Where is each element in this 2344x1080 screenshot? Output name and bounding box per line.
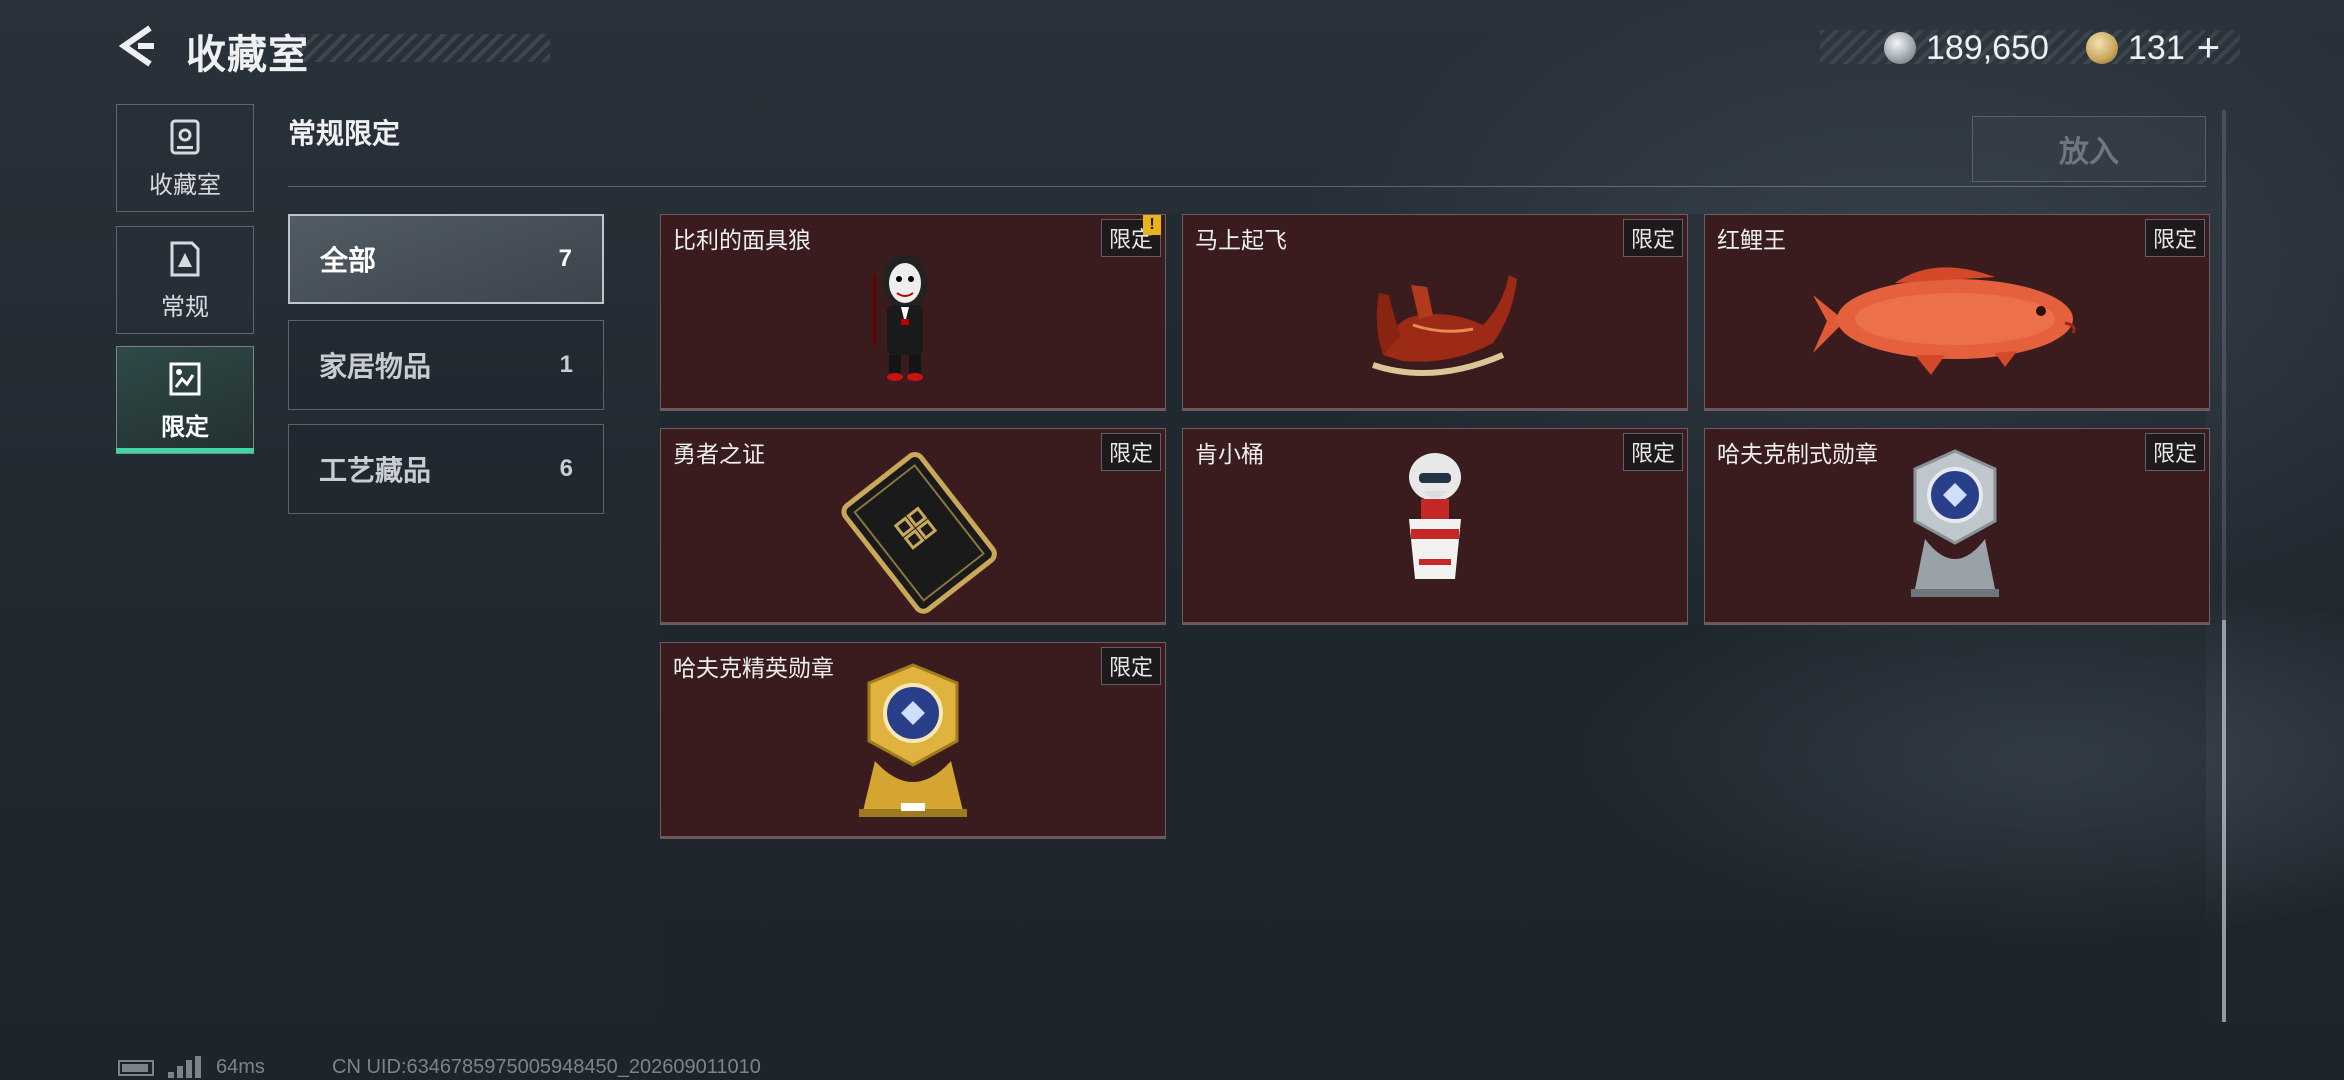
silver-coin-icon [1884, 32, 1916, 64]
page-title: 收藏室 [186, 33, 309, 77]
filter-count: 1 [559, 351, 573, 378]
uid-label: CN UID:6346785975005948450_202609011010 [332, 1056, 761, 1078]
nav-active-indicator [116, 448, 254, 453]
scrollbar-thumb[interactable] [2222, 620, 2226, 1022]
filter-all[interactable]: 全部 7 [288, 214, 604, 304]
item-name: 红鲤王 [1717, 227, 1786, 253]
limited-badge: 限定 [1100, 647, 1161, 685]
limited-icon [169, 362, 201, 395]
back-arrow-icon [118, 25, 154, 67]
item-card[interactable]: 哈夫克制式勋章 限定 [1704, 428, 2210, 625]
filter-count: 7 [558, 245, 572, 272]
limited-badge: 限定 [1622, 219, 1683, 257]
filter-count: 6 [559, 455, 573, 482]
limited-badge: 限定 [2144, 219, 2205, 257]
item-name: 比利的面具狼 [673, 227, 811, 253]
item-name: 哈夫克精英勋章 [673, 655, 834, 681]
nav-limited[interactable]: 限定 [116, 346, 254, 454]
gold-coin-icon [2086, 32, 2118, 64]
gold-currency[interactable]: 131 + [2086, 26, 2220, 70]
back-button[interactable] [116, 22, 164, 70]
gold-amount: 131 [2128, 28, 2185, 67]
nav-regular[interactable]: 常规 [116, 226, 254, 334]
limited-badge: 限定 [2144, 433, 2205, 471]
nav-collection-room[interactable]: 收藏室 [116, 104, 254, 212]
limited-badge: 限定 [1100, 433, 1161, 471]
limited-badge: 限定 [1622, 433, 1683, 471]
nav-label: 常规 [161, 293, 209, 321]
item-name: 哈夫克制式勋章 [1717, 441, 1878, 467]
filter-label: 家居物品 [319, 351, 432, 382]
item-card[interactable]: 马上起飞 限定 [1182, 214, 1688, 411]
add-currency-button[interactable]: + [2197, 28, 2220, 68]
regular-icon [170, 241, 200, 276]
alert-icon: ! [1143, 215, 1161, 235]
divider [288, 186, 2206, 187]
battery-icon [118, 1060, 154, 1076]
item-name: 马上起飞 [1195, 227, 1287, 253]
nav-label: 收藏室 [149, 171, 221, 199]
silver-amount: 189,650 [1926, 28, 2049, 67]
silver-currency: 189,650 [1884, 26, 2049, 70]
nav-label: 限定 [161, 413, 209, 441]
item-card[interactable]: 肯小桶 限定 [1182, 428, 1688, 625]
item-card[interactable]: 红鲤王 限定 [1704, 214, 2210, 411]
filter-label: 全部 [320, 245, 377, 276]
item-name: 勇者之证 [673, 441, 765, 467]
ping-label: 64ms [216, 1056, 265, 1078]
item-name: 肯小桶 [1195, 441, 1264, 467]
item-card[interactable]: 哈夫克精英勋章 限定 [660, 642, 1166, 839]
filter-home-items[interactable]: 家居物品 1 [288, 320, 604, 410]
signal-icon [168, 1056, 202, 1078]
section-title: 常规限定 [288, 118, 401, 149]
item-card[interactable]: 勇者之证 限定 [660, 428, 1166, 625]
put-in-button[interactable]: 放入 [1972, 116, 2206, 182]
filter-label: 工艺藏品 [319, 455, 432, 486]
filter-crafts[interactable]: 工艺藏品 6 [288, 424, 604, 514]
title-decoration [300, 34, 550, 62]
item-card[interactable]: 比利的面具狼 限定 ! [660, 214, 1166, 411]
collection-room-icon [170, 119, 200, 154]
